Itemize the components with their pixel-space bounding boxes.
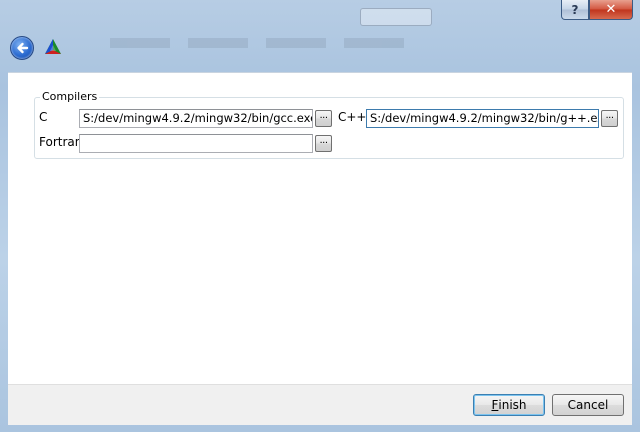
cancel-button[interactable]: Cancel (552, 394, 624, 416)
cpp-compiler-value: S:/dev/mingw4.9.2/mingw32/bin/g++.exe (370, 111, 599, 125)
finish-button[interactable]: Finish (473, 394, 545, 416)
background-glass-artifact (360, 8, 432, 26)
finish-label: inish (498, 398, 527, 412)
close-icon: ✕ (605, 2, 617, 17)
cpp-compiler-label: C++ (338, 110, 367, 124)
back-button[interactable] (10, 36, 34, 60)
fortran-compiler-field[interactable] (79, 134, 313, 153)
c-compiler-field[interactable]: S:/dev/mingw4.9.2/mingw32/bin/gcc.exe (79, 109, 313, 128)
c-compiler-browse-button[interactable]: ... (315, 110, 332, 127)
background-glass-toolbar (110, 28, 490, 58)
finish-mnemonic: F (491, 398, 499, 412)
cancel-label: Cancel (567, 398, 609, 412)
back-arrow-icon (17, 42, 29, 54)
compilers-group-title: Compilers (40, 90, 100, 103)
cmake-triangle-icon (45, 39, 61, 54)
c-compiler-value: S:/dev/mingw4.9.2/mingw32/bin/gcc.exe (83, 111, 313, 125)
fortran-compiler-label: Fortran (39, 135, 83, 149)
help-button[interactable]: ? (561, 0, 589, 20)
browse-ellipsis-icon: ... (319, 135, 328, 146)
fortran-compiler-browse-button[interactable]: ... (315, 135, 332, 152)
browse-ellipsis-icon: ... (605, 110, 614, 121)
help-icon: ? (571, 2, 579, 17)
cpp-compiler-browse-button[interactable]: ... (601, 110, 618, 127)
browse-ellipsis-icon: ... (319, 110, 328, 121)
cpp-compiler-field[interactable]: S:/dev/mingw4.9.2/mingw32/bin/g++.exe (366, 109, 599, 128)
c-compiler-label: C (39, 110, 48, 124)
close-button[interactable]: ✕ (589, 0, 633, 20)
